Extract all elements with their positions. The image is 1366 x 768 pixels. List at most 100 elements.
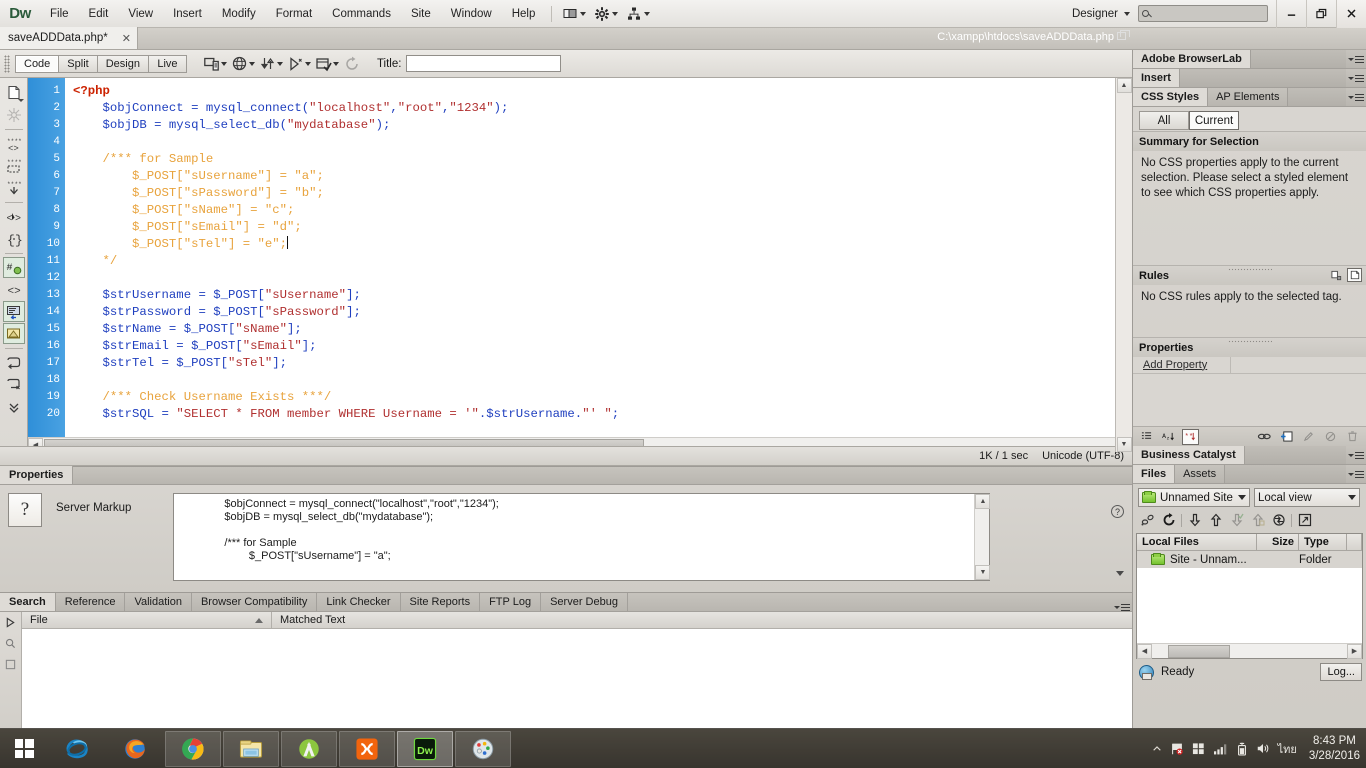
column-header-extra[interactable]	[1347, 534, 1362, 551]
run-search-button[interactable]	[4, 615, 18, 629]
taskbar-firefox[interactable]	[107, 731, 163, 767]
close-icon[interactable]: ✕	[122, 32, 131, 45]
start-button[interactable]	[0, 729, 48, 768]
server-markup-textarea[interactable]: $objConnect = mysql_connect("localhost",…	[173, 493, 991, 581]
tab-validation[interactable]: Validation	[125, 593, 192, 611]
check-in-button[interactable]	[1249, 512, 1266, 529]
close-button[interactable]	[1336, 0, 1366, 28]
about-cascade-icon[interactable]	[1329, 268, 1344, 282]
tab-business-catalyst[interactable]: Business Catalyst	[1133, 446, 1245, 464]
menu-help[interactable]: Help	[502, 0, 546, 28]
multiscreen-button[interactable]	[203, 54, 228, 74]
column-header-matched-text[interactable]: Matched Text	[272, 612, 345, 629]
expand-collapse-files-button[interactable]	[1296, 512, 1313, 529]
action-center-flag-icon[interactable]	[1170, 742, 1184, 756]
taskbar-file-explorer[interactable]	[223, 730, 279, 767]
scroll-down-button[interactable]: ▼	[1116, 437, 1132, 452]
document-tab-saveadddata[interactable]: saveADDData.php* ✕	[0, 27, 138, 49]
line-numbers-button[interactable]: #	[2, 257, 25, 278]
add-property-row[interactable]: Add Property	[1133, 356, 1366, 374]
scroll-up-button[interactable]: ▲	[975, 494, 991, 509]
site-select[interactable]: Unnamed Site	[1138, 488, 1250, 507]
tab-ap-elements[interactable]: AP Elements	[1208, 88, 1289, 106]
file-row-site-unnamed[interactable]: Site - Unnam... Folder	[1137, 551, 1362, 568]
more-options-button[interactable]	[3, 396, 25, 417]
expand-all-button[interactable]: ** **	[3, 177, 25, 198]
expand-collapse-icon[interactable]	[1116, 571, 1124, 576]
restore-document-icon[interactable]	[1117, 30, 1130, 40]
tab-reference[interactable]: Reference	[56, 593, 126, 611]
tab-link-checker[interactable]: Link Checker	[317, 593, 401, 611]
menu-format[interactable]: Format	[266, 0, 322, 28]
menu-site[interactable]: Site	[401, 0, 441, 28]
css-mode-all-button[interactable]: All	[1139, 111, 1189, 130]
tab-properties[interactable]: Properties	[0, 466, 74, 484]
column-header-file[interactable]: File	[22, 611, 272, 629]
title-input[interactable]	[406, 55, 562, 72]
clock[interactable]: 8:43 PM 3/28/2016	[1305, 734, 1360, 764]
panel-options-menu-button[interactable]	[1346, 446, 1366, 464]
php-source-code[interactable]: <?php $objConnect = mysql_connect("local…	[73, 83, 1116, 423]
tab-adobe-browserlab[interactable]: Adobe BrowserLab	[1133, 50, 1251, 68]
workspace-switcher[interactable]: Designer	[1064, 0, 1138, 28]
menu-edit[interactable]: Edit	[79, 0, 119, 28]
panel-resize-handle[interactable]	[1227, 268, 1272, 271]
toolbar-grip[interactable]	[4, 54, 10, 73]
volume-icon[interactable]	[1256, 742, 1270, 755]
scroll-left-button[interactable]: ◀	[1137, 643, 1152, 659]
show-only-set-properties-button[interactable]: **	[1182, 428, 1199, 445]
show-cascade-icon[interactable]	[1347, 268, 1362, 282]
panel-options-menu-button[interactable]	[1112, 604, 1132, 611]
column-header-local-files[interactable]: Local Files	[1137, 534, 1257, 551]
show-list-view-button[interactable]: A z	[1160, 429, 1177, 445]
column-header-size[interactable]: Size	[1257, 534, 1299, 551]
collapse-full-tag-button[interactable]: ** ** <>	[3, 133, 25, 154]
tab-insert[interactable]: Insert	[1133, 69, 1180, 87]
css-mode-current-button[interactable]: Current	[1189, 111, 1239, 130]
live-view-button[interactable]	[287, 54, 312, 74]
taskbar-internet-explorer[interactable]	[49, 731, 105, 767]
remove-comment-button[interactable]	[2, 323, 25, 344]
language-indicator[interactable]: ไทย	[1278, 740, 1297, 758]
code-editor[interactable]: 1 2 3 4 5 6 7 8 9 10 11 12 13 14 15 16 17 18 19 20 <?php $o…	[28, 78, 1132, 452]
apply-comment-button[interactable]	[2, 301, 25, 322]
scrollbar-thumb[interactable]	[1168, 644, 1230, 658]
add-property-link[interactable]: Add Property	[1133, 356, 1231, 374]
taskbar-dreamweaver[interactable]: Dw	[397, 730, 453, 767]
menu-view[interactable]: View	[118, 0, 163, 28]
results-list[interactable]	[22, 629, 1132, 729]
local-files-list[interactable]: Local Files Size Type Site - Unnam... Fo…	[1136, 533, 1363, 659]
files-horizontal-scrollbar[interactable]: ◀ ▶	[1137, 643, 1362, 659]
column-header-type[interactable]: Type	[1299, 534, 1347, 551]
battery-icon[interactable]	[1236, 742, 1248, 756]
synchronize-button[interactable]	[1270, 512, 1287, 529]
layout-switcher-button[interactable]	[558, 0, 590, 28]
scroll-down-button[interactable]: ▼	[975, 565, 991, 580]
minimize-button[interactable]	[1276, 0, 1306, 28]
edit-rule-button[interactable]	[1300, 429, 1317, 445]
put-files-button[interactable]	[1207, 512, 1224, 529]
taskbar-android-studio[interactable]	[281, 730, 337, 767]
taskbar-xampp-control-panel[interactable]	[339, 730, 395, 767]
view-select[interactable]: Local view	[1254, 488, 1360, 507]
properties-vertical-scrollbar[interactable]: ▲ ▼	[974, 494, 991, 580]
recent-snippets-button[interactable]	[3, 374, 25, 395]
panel-resize-handle[interactable]	[1227, 340, 1272, 343]
balance-braces-button[interactable]: { }	[3, 228, 25, 249]
menu-modify[interactable]: Modify	[212, 0, 266, 28]
attach-style-sheet-button[interactable]	[1256, 429, 1273, 445]
log-button[interactable]: Log...	[1320, 663, 1362, 681]
restore-button[interactable]	[1306, 0, 1336, 28]
menu-window[interactable]: Window	[441, 0, 502, 28]
get-files-button[interactable]	[1186, 512, 1203, 529]
network-signal-icon[interactable]	[1213, 742, 1228, 755]
site-management-button[interactable]	[622, 0, 654, 28]
document-window-scrollbar[interactable]: ▲ ▼	[1115, 78, 1132, 452]
extend-dreamweaver-button[interactable]	[590, 0, 622, 28]
help-search-box[interactable]	[1138, 5, 1268, 22]
tab-ftp-log[interactable]: FTP Log	[480, 593, 542, 611]
view-mode-code[interactable]: Code	[15, 54, 60, 73]
show-code-navigator-button[interactable]	[3, 104, 25, 125]
view-mode-live[interactable]: Live	[148, 54, 187, 73]
tab-search[interactable]: Search	[0, 593, 56, 611]
